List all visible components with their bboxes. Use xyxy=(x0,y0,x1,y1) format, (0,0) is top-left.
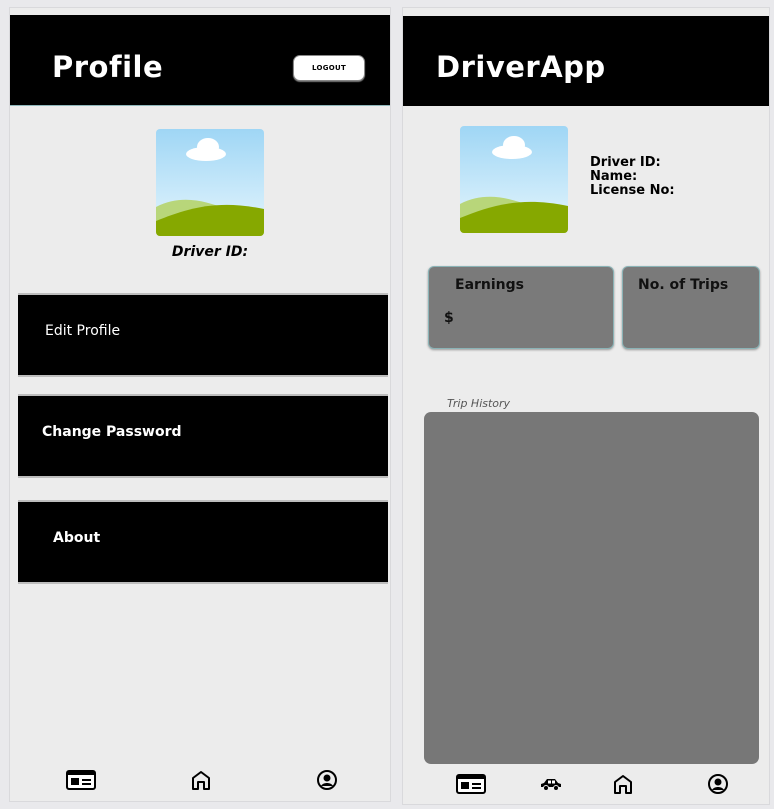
trip-history-label: Trip History xyxy=(447,397,511,410)
driver-header: DriverApp xyxy=(403,16,769,106)
about-button[interactable]: About xyxy=(18,500,388,584)
trips-card: No. of Trips xyxy=(622,266,760,349)
user-icon[interactable] xyxy=(703,772,733,796)
avatar xyxy=(156,129,264,236)
bottom-nav xyxy=(10,764,390,798)
user-icon[interactable] xyxy=(312,768,342,792)
driver-home-screen: DriverApp Driver ID: Name: License No: E… xyxy=(403,8,769,804)
bottom-nav xyxy=(403,768,769,802)
change-password-label: Change Password xyxy=(42,424,182,440)
license-label: License No: xyxy=(590,183,675,198)
id-card-icon[interactable] xyxy=(66,768,96,792)
home-icon[interactable] xyxy=(186,768,216,792)
driver-id-label: Driver ID: xyxy=(171,244,249,260)
earnings-label: Earnings xyxy=(455,277,525,293)
home-icon[interactable] xyxy=(608,772,638,796)
profile-screen: Profile LOGOUT Driver ID: Edit Profile C… xyxy=(10,8,390,801)
landscape-placeholder-icon xyxy=(156,129,264,236)
edit-profile-label: Edit Profile xyxy=(45,323,121,339)
profile-header: Profile LOGOUT xyxy=(10,15,390,106)
landscape-placeholder-icon xyxy=(460,126,568,233)
edit-profile-button[interactable]: Edit Profile xyxy=(18,293,388,377)
logout-button[interactable]: LOGOUT xyxy=(293,55,365,81)
earnings-value: $ xyxy=(444,310,454,326)
app-title: DriverApp xyxy=(436,50,606,84)
driver-info: Driver ID: Name: License No: xyxy=(590,156,675,198)
page-title: Profile xyxy=(52,50,164,84)
car-icon[interactable] xyxy=(536,772,566,796)
about-label: About xyxy=(53,530,101,546)
trip-history-panel[interactable] xyxy=(424,412,759,764)
name-label: Name: xyxy=(590,169,638,184)
avatar xyxy=(460,126,568,233)
driver-id-label: Driver ID: xyxy=(590,155,661,170)
id-card-icon[interactable] xyxy=(456,772,486,796)
change-password-button[interactable]: Change Password xyxy=(18,394,388,478)
earnings-card: Earnings $ xyxy=(428,266,614,349)
trips-label: No. of Trips xyxy=(638,277,729,293)
